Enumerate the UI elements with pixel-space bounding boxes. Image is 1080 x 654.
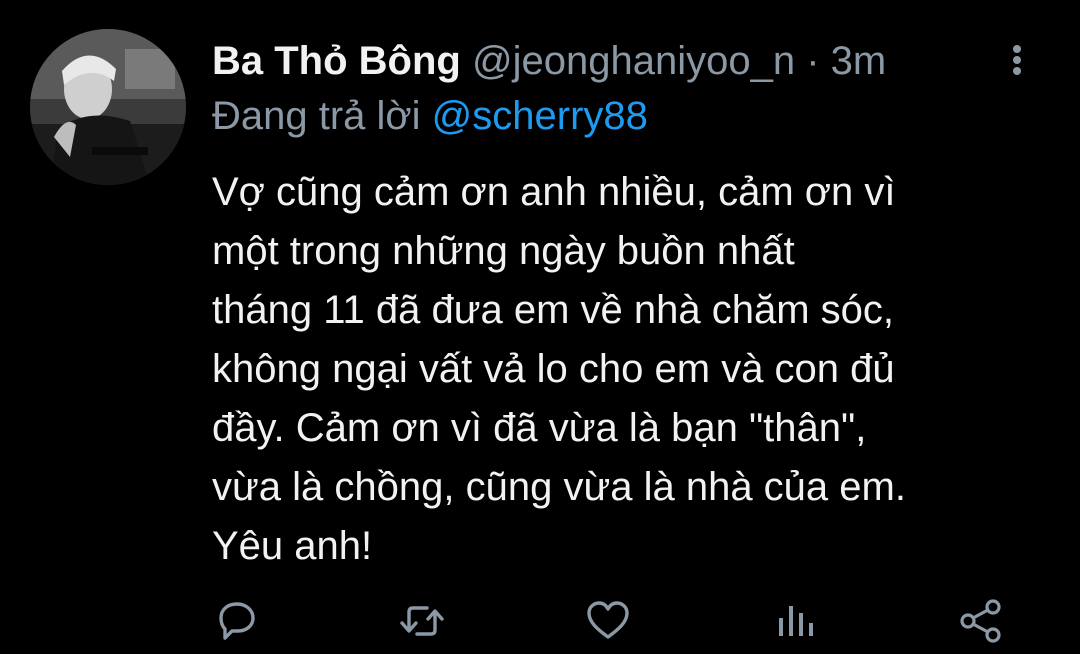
retweet-button[interactable] <box>397 596 447 646</box>
share-button[interactable] <box>956 596 1006 646</box>
replying-to-label: Đang trả lời <box>212 94 421 138</box>
share-icon <box>960 599 1001 643</box>
user-handle[interactable]: @jeonghaniyoo_n <box>472 39 795 83</box>
tweet-text-line: vừa là chồng, cũng vừa là nhà của em. <box>212 465 906 509</box>
more-vertical-icon <box>1013 45 1021 75</box>
tweet-header: Ba Thỏ Bông @jeonghaniyoo_n · 3m <box>212 34 1032 88</box>
more-options-button[interactable] <box>1005 40 1029 80</box>
action-bar <box>0 596 1080 646</box>
analytics-button[interactable] <box>770 596 820 646</box>
timestamp[interactable]: 3m <box>831 39 887 83</box>
like-icon <box>587 601 629 639</box>
tweet-text: Vợ cũng cảm ơn anh nhiều, cảm ơn vì một … <box>212 163 1052 576</box>
tweet-text-line: tháng 11 đã đưa em về nhà chăm sóc, <box>212 288 895 332</box>
like-button[interactable] <box>583 596 633 646</box>
retweet-icon <box>400 606 444 636</box>
tweet-text-line: Vợ cũng cảm ơn anh nhiều, cảm ơn vì <box>212 170 896 214</box>
separator-dot: · <box>806 39 820 83</box>
replying-to: Đang trả lời @scherry88 <box>212 90 648 142</box>
display-name[interactable]: Ba Thỏ Bông <box>212 39 461 83</box>
avatar[interactable] <box>30 29 186 185</box>
tweet-text-line: không ngại vất vả lo cho em và con đủ <box>212 347 895 391</box>
avatar-photo <box>30 29 186 185</box>
reply-icon <box>219 602 255 640</box>
replying-to-handle[interactable]: @scherry88 <box>432 94 648 138</box>
tweet-text-line: Yêu anh! <box>212 524 373 568</box>
tweet-text-line: đầy. Cảm ơn vì đã vừa là bạn "thân", <box>212 406 867 450</box>
analytics-icon <box>779 606 813 636</box>
tweet-text-line: một trong những ngày buồn nhất <box>212 229 795 273</box>
reply-button[interactable] <box>211 596 261 646</box>
tweet[interactable]: Ba Thỏ Bông @jeonghaniyoo_n · 3m Đang tr… <box>0 0 1080 654</box>
